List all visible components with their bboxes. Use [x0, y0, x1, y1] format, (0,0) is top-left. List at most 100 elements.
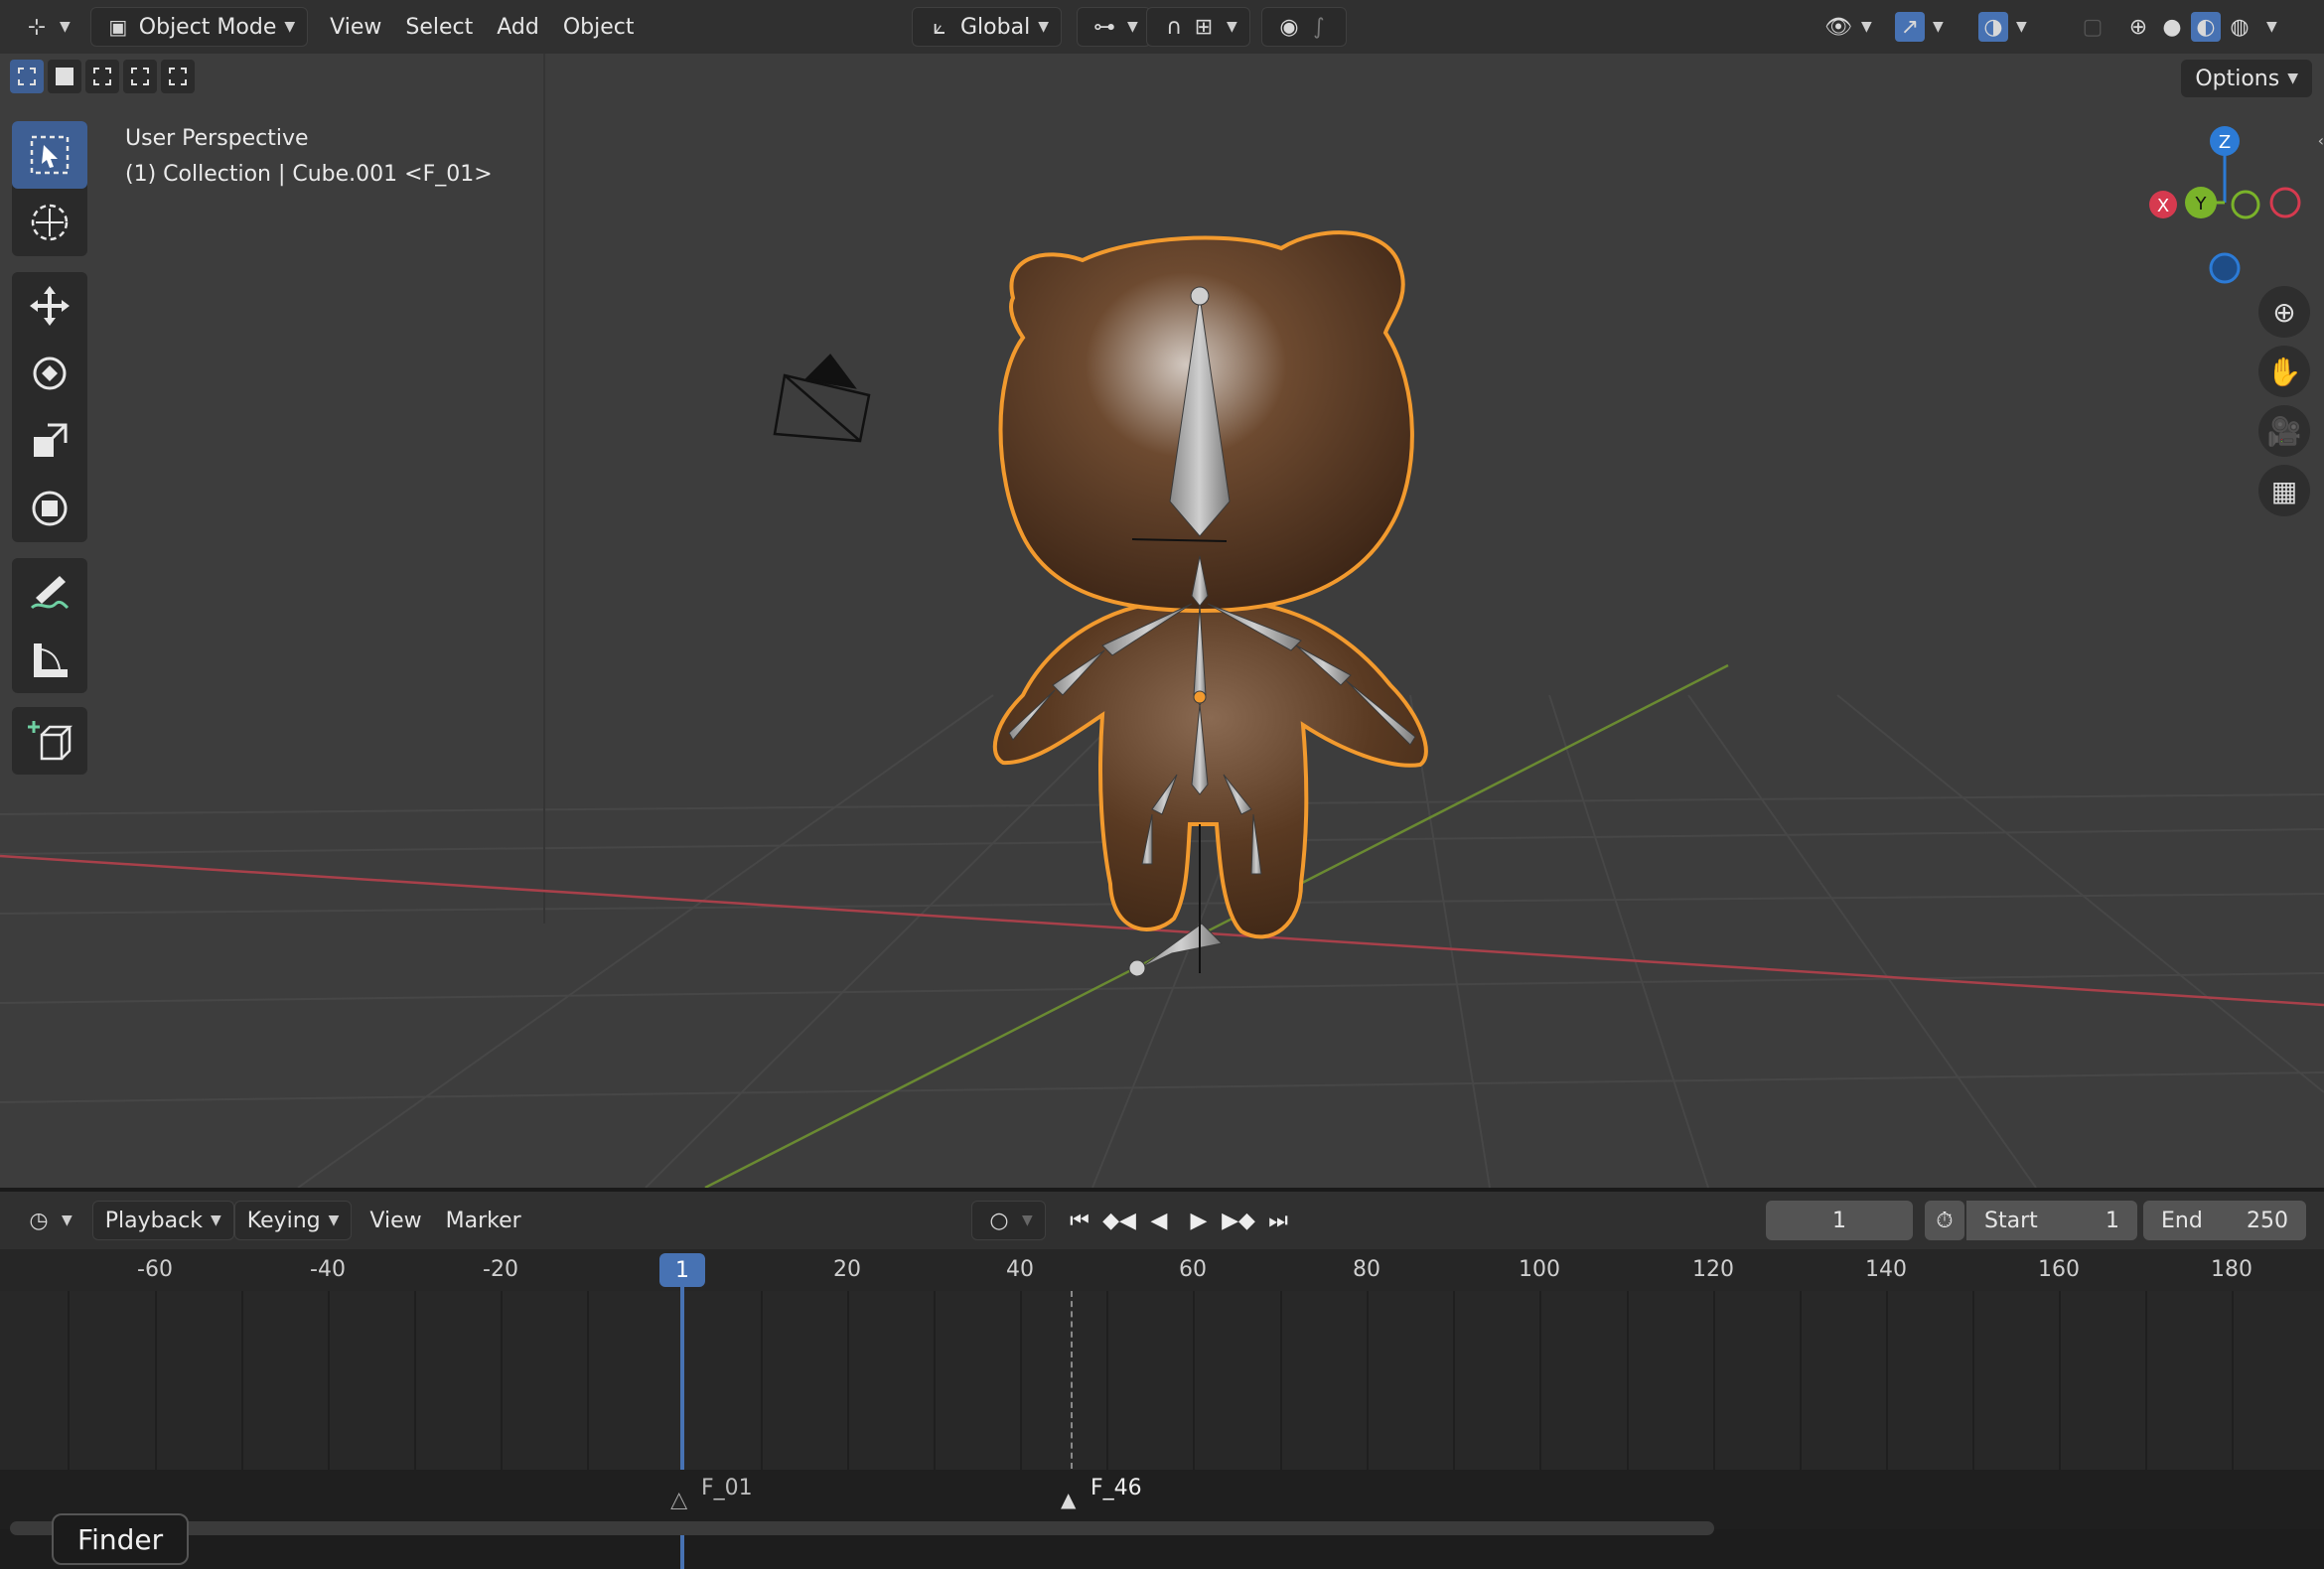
select-invert-icon	[131, 68, 149, 85]
menu-view[interactable]: View	[318, 7, 393, 47]
gizmo-icon: ↗	[1895, 12, 1925, 42]
start-frame-field[interactable]: Start 1	[1966, 1201, 2137, 1240]
orientation-label: Global	[960, 14, 1031, 40]
playback-menu[interactable]: Playback ▼	[91, 1201, 234, 1240]
zoom-button[interactable]: ⊕	[2258, 286, 2310, 338]
select-invert-button[interactable]	[123, 60, 157, 93]
preview-range-toggle[interactable]: ⏱	[1925, 1201, 1964, 1240]
keyframe-area[interactable]	[0, 1291, 2324, 1529]
current-frame-field[interactable]: 1	[1766, 1201, 1913, 1240]
playhead-badge[interactable]: 1	[659, 1253, 705, 1287]
gizmo-neg-x[interactable]	[2269, 187, 2301, 218]
current-frame-value: 1	[1832, 1208, 1846, 1233]
navigation-gizmo[interactable]: Z X Y	[2135, 119, 2324, 288]
camera-view-button[interactable]: 🎥	[2258, 405, 2310, 457]
3d-viewport[interactable]: ⊹ ▼ ▣ Object Mode ▼ View Select Add Objec…	[0, 0, 2324, 1188]
object-mode-icon: ▣	[108, 15, 128, 39]
chevron-down-icon: ▼	[60, 19, 71, 35]
chevron-down-icon[interactable]: ▼	[2266, 19, 2277, 35]
jump-start-button[interactable]: ⏮	[1063, 1204, 1096, 1237]
editor-type-button[interactable]: ⊹ ▼	[10, 7, 82, 47]
keying-menu[interactable]: Keying ▼	[233, 1201, 353, 1240]
mode-dropdown[interactable]: ▣ Object Mode ▼	[89, 7, 309, 47]
sidebar-toggle-icon[interactable]: ‹	[2318, 131, 2324, 150]
jump-start-icon: ⏮	[1070, 1208, 1089, 1233]
ortho-toggle-button[interactable]: ▦	[2258, 465, 2310, 516]
visibility-dropdown[interactable]: 👁 ▼	[1812, 7, 1884, 47]
marker-strip[interactable]: ▲ F_01 ▲ F_46	[0, 1470, 2324, 1529]
select-box-tool[interactable]	[12, 121, 87, 189]
marker-triangle-icon[interactable]: ▲	[670, 1488, 686, 1512]
end-frame-field[interactable]: End 250	[2143, 1201, 2306, 1240]
menu-select[interactable]: Select	[393, 7, 485, 47]
select-subtract-icon	[93, 68, 111, 85]
viewport-header: ⊹ ▼ ▣ Object Mode ▼ View Select Add Objec…	[0, 0, 2324, 54]
gizmo-toggle[interactable]: ↗ ▼	[1883, 7, 1956, 47]
chevron-down-icon: ▼	[1227, 19, 1237, 35]
measure-tool[interactable]	[12, 626, 87, 693]
select-new-button[interactable]	[10, 60, 44, 93]
options-dropdown[interactable]: Options ▼	[2181, 60, 2312, 97]
marker-menu[interactable]: Marker	[434, 1201, 533, 1240]
pan-button[interactable]: ✋	[2258, 346, 2310, 397]
menu-add[interactable]: Add	[485, 7, 551, 47]
ruler-tick: -60	[137, 1257, 173, 1282]
gizmo-x-label: X	[2157, 196, 2169, 216]
annotate-tool[interactable]	[12, 558, 87, 626]
material-shading-icon[interactable]: ◐	[2191, 12, 2221, 42]
chevron-down-icon: ▼	[2016, 19, 2027, 35]
collection-label: (1) Collection | Cube.001 <F_01>	[125, 162, 493, 187]
marker-triangle-icon[interactable]: ▲	[1061, 1488, 1076, 1511]
proportional-edit-toggle[interactable]: ◉ ∫	[1261, 7, 1347, 47]
move-tool[interactable]	[12, 272, 87, 340]
gizmo-neg-y[interactable]	[2231, 190, 2260, 219]
select-extend-button[interactable]	[48, 60, 81, 93]
camera-object[interactable]	[773, 354, 871, 443]
falloff-curve-icon: ∫	[1313, 14, 1325, 40]
next-keyframe-button[interactable]: ▶◆	[1222, 1204, 1255, 1237]
rendered-shading-icon[interactable]: ◍	[2225, 12, 2254, 42]
next-keyframe-icon: ▶◆	[1222, 1208, 1255, 1233]
toolbar-add-group	[12, 707, 87, 775]
end-value: 250	[2247, 1208, 2288, 1233]
prev-keyframe-button[interactable]: ◆◀	[1102, 1204, 1136, 1237]
timeline-header: ◷ ▼ Playback ▼ Keying ▼ View Marker ○ ▼ ⏮ ◆◀…	[0, 1188, 2324, 1249]
magnet-icon: ∩	[1165, 14, 1183, 40]
auto-keying-toggle[interactable]: ○ ▼	[971, 1201, 1046, 1240]
add-cube-tool[interactable]	[12, 707, 87, 775]
timeline-view-menu[interactable]: View	[358, 1201, 433, 1240]
bear-mesh[interactable]	[992, 230, 1428, 939]
select-extend-icon	[56, 68, 73, 85]
timeline-scrollbar[interactable]	[10, 1521, 1714, 1535]
play-reverse-button[interactable]: ◀	[1142, 1204, 1176, 1237]
frame-ruler[interactable]: -60 -40 -20 20 40 60 80 100 120 140 160 …	[0, 1249, 2324, 1291]
transform-tool[interactable]	[12, 475, 87, 542]
menu-object[interactable]: Object	[551, 7, 647, 47]
end-label: End	[2161, 1208, 2203, 1233]
play-button[interactable]: ▶	[1182, 1204, 1216, 1237]
rotate-tool[interactable]	[12, 340, 87, 407]
select-subtract-button[interactable]	[85, 60, 119, 93]
jump-end-button[interactable]: ⏭	[1261, 1204, 1295, 1237]
keying-label: Keying	[246, 1208, 321, 1233]
select-intersect-button[interactable]	[161, 60, 195, 93]
timeline-editor: ◷ ▼ Playback ▼ Keying ▼ View Marker ○ ▼ ⏮ ◆◀…	[0, 1188, 2324, 1569]
proportional-edit-icon: ◉	[1279, 14, 1299, 40]
shading-buttons: ⊕ ● ◐ ◍ ▼	[2111, 7, 2289, 47]
transform-orientation-dropdown[interactable]: ⟀ Global ▼	[912, 7, 1062, 47]
move-icon	[30, 286, 70, 326]
scale-tool[interactable]	[12, 407, 87, 475]
snap-toggle[interactable]: ∩ ⊞ ▼	[1146, 7, 1250, 47]
pivot-dropdown[interactable]: ⊶ ▼	[1077, 7, 1151, 47]
clock-editor-icon: ◷	[29, 1208, 49, 1233]
overlay-toggle[interactable]: ◑ ▼	[1966, 7, 2039, 47]
gizmo-y-label: Y	[2195, 194, 2208, 214]
solid-shading-icon[interactable]: ●	[2157, 12, 2187, 42]
timeline-editor-type-button[interactable]: ◷ ▼	[12, 1201, 84, 1240]
cursor-tool[interactable]	[12, 189, 87, 256]
toolbar-select-group	[12, 121, 87, 256]
hand-icon: ✋	[2266, 355, 2302, 388]
wireframe-shading-icon[interactable]: ⊕	[2123, 12, 2153, 42]
chevron-down-icon: ▼	[284, 19, 296, 35]
gizmo-neg-z[interactable]	[2209, 252, 2241, 284]
